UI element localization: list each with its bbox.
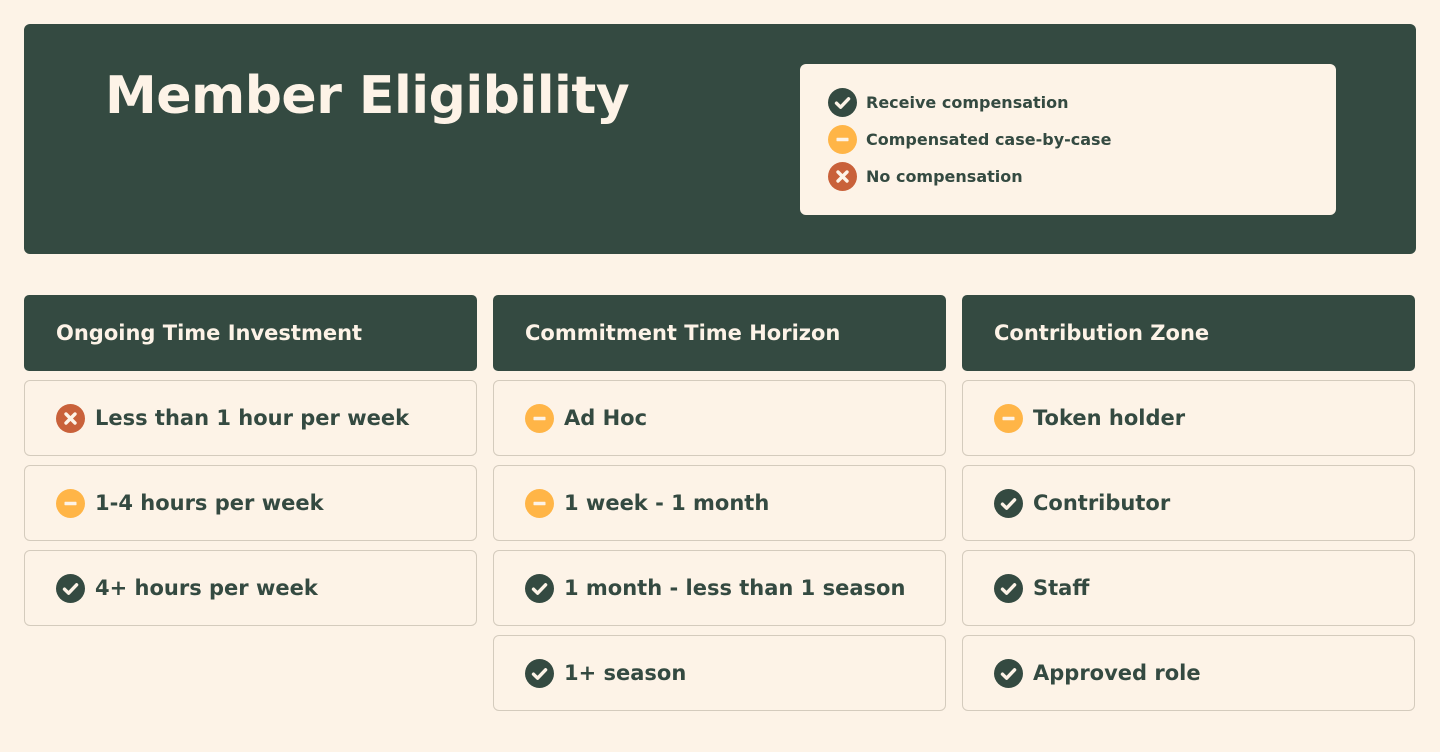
header-banner: Member Eligibility Receive compensation C… <box>24 24 1416 254</box>
eligibility-row: 1 week - 1 month <box>493 465 946 541</box>
eligibility-row: 1+ season <box>493 635 946 711</box>
column-header: Commitment Time Horizon <box>493 295 946 371</box>
row-label: Less than 1 hour per week <box>95 406 410 430</box>
minus-circle-icon <box>56 488 85 518</box>
row-label: 1+ season <box>564 661 687 685</box>
minus-circle-icon <box>525 403 554 433</box>
legend-item: No compensation <box>828 162 1336 191</box>
check-circle-icon <box>994 573 1023 603</box>
legend-item: Compensated case-by-case <box>828 125 1336 154</box>
check-circle-icon <box>994 658 1023 688</box>
check-circle-icon <box>56 573 85 603</box>
x-circle-icon <box>828 162 857 191</box>
check-circle-icon <box>828 88 857 117</box>
row-label: 1 week - 1 month <box>564 491 770 515</box>
eligibility-row: 1 month - less than 1 season <box>493 550 946 626</box>
check-circle-icon <box>525 658 554 688</box>
legend-label: Receive compensation <box>866 93 1069 112</box>
row-label: Contributor <box>1033 491 1171 515</box>
legend-item: Receive compensation <box>828 88 1336 117</box>
eligibility-row: Less than 1 hour per week <box>24 380 477 456</box>
eligibility-row: Contributor <box>962 465 1415 541</box>
eligibility-row: Token holder <box>962 380 1415 456</box>
minus-circle-icon <box>525 488 554 518</box>
eligibility-row: 1-4 hours per week <box>24 465 477 541</box>
eligibility-row: Ad Hoc <box>493 380 946 456</box>
row-label: 1-4 hours per week <box>95 491 324 515</box>
column-contribution-zone: Contribution Zone Token holder Contributor… <box>962 295 1415 720</box>
row-label: Ad Hoc <box>564 406 648 430</box>
check-circle-icon <box>525 573 554 603</box>
page-title: Member Eligibility <box>105 66 630 126</box>
eligibility-row: Staff <box>962 550 1415 626</box>
column-commitment-time-horizon: Commitment Time Horizon Ad Hoc 1 week - 1 … <box>493 295 946 720</box>
x-circle-icon <box>56 403 85 433</box>
row-label: Token holder <box>1033 406 1186 430</box>
eligibility-row: 4+ hours per week <box>24 550 477 626</box>
column-header: Ongoing Time Investment <box>24 295 477 371</box>
legend-label: No compensation <box>866 167 1023 186</box>
row-label: Approved role <box>1033 661 1201 685</box>
legend-label: Compensated case-by-case <box>866 130 1112 149</box>
row-label: 1 month - less than 1 season <box>564 576 906 600</box>
check-circle-icon <box>994 488 1023 518</box>
minus-circle-icon <box>828 125 857 154</box>
minus-circle-icon <box>994 403 1023 433</box>
column-header: Contribution Zone <box>962 295 1415 371</box>
eligibility-row: Approved role <box>962 635 1415 711</box>
row-label: Staff <box>1033 576 1090 600</box>
legend: Receive compensation Compensated case-by-… <box>800 64 1336 215</box>
row-label: 4+ hours per week <box>95 576 318 600</box>
column-ongoing-time-investment: Ongoing Time Investment Less than 1 hour … <box>24 295 477 635</box>
